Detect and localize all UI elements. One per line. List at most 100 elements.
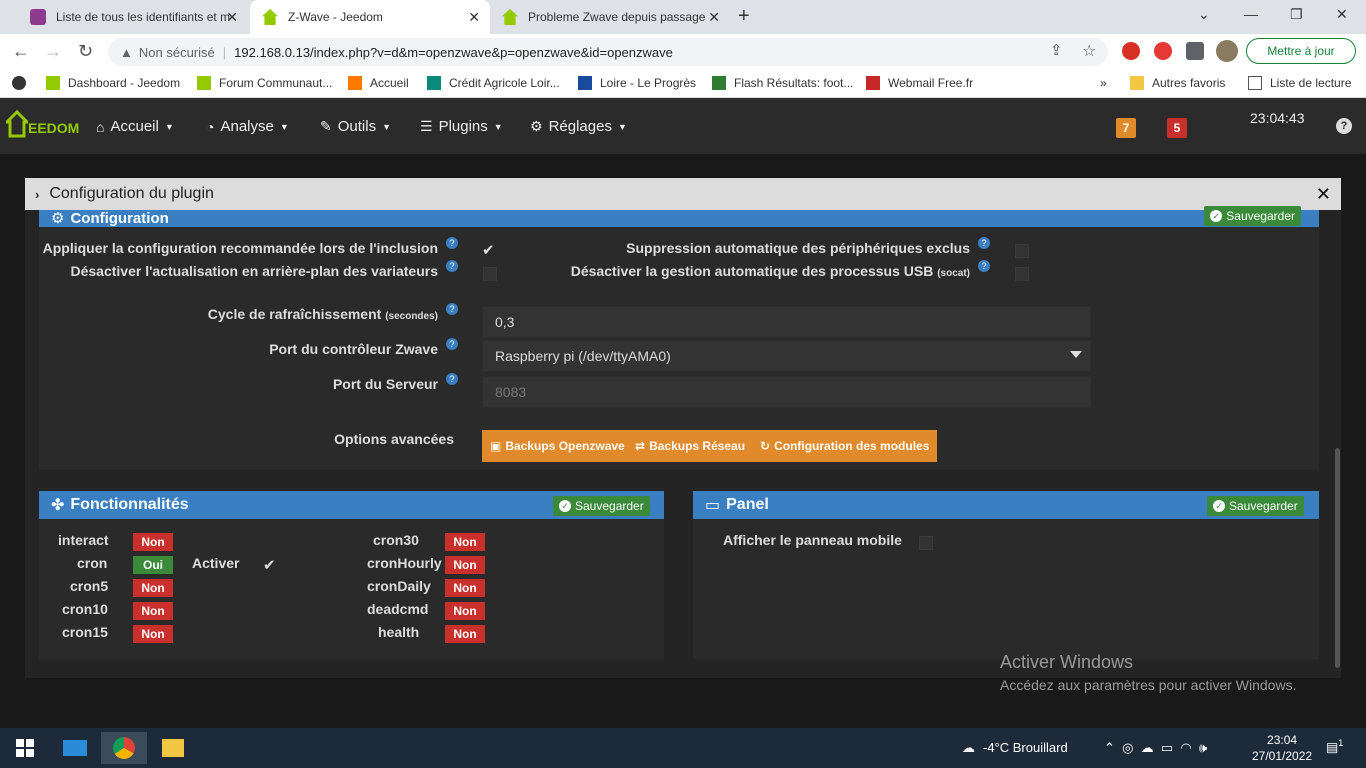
close-window-icon[interactable]: ✕ bbox=[1336, 6, 1348, 23]
save-label: Sauvegarder bbox=[575, 499, 644, 513]
other-favorites[interactable]: Autres favoris bbox=[1130, 76, 1225, 90]
profile-avatar[interactable] bbox=[1216, 40, 1238, 62]
configuration-modules-button[interactable]: ↻ Configuration des modules bbox=[752, 430, 938, 462]
status-pill: Non bbox=[445, 602, 485, 620]
server-port-input[interactable]: 8083 bbox=[482, 376, 1091, 408]
button-label: Backups Réseau bbox=[649, 439, 746, 453]
menu-accueil[interactable]: ⌂ Accueil ▼ bbox=[96, 118, 174, 135]
bookmark-credit-agricole[interactable]: Crédit Agricole Loir... bbox=[427, 76, 560, 90]
bookmark-forum[interactable]: Forum Communaut... bbox=[197, 76, 332, 90]
browser-tab-bar: Liste de tous les identifiants et m ✕ Z-… bbox=[0, 0, 1366, 34]
button-label: Backups Openzwave bbox=[505, 439, 625, 453]
menu-analyse[interactable]: ◔ Analyse ▼ bbox=[206, 118, 289, 135]
backups-reseau-button[interactable]: ⇄ Backups Réseau bbox=[627, 430, 754, 462]
file-explorer-icon[interactable] bbox=[150, 732, 196, 764]
more-bookmarks-icon[interactable]: » bbox=[1100, 76, 1107, 90]
jeedom-logo[interactable]: EEDOM bbox=[3, 109, 80, 138]
help-question-icon[interactable]: ? bbox=[978, 237, 990, 249]
minimize-icon[interactable]: — bbox=[1244, 6, 1258, 22]
help-question-icon[interactable]: ? bbox=[446, 338, 458, 350]
modal-scrollbar[interactable] bbox=[1335, 448, 1340, 668]
extensions-puzzle-icon[interactable] bbox=[1186, 42, 1204, 60]
alert-badge[interactable]: 5 bbox=[1167, 118, 1187, 138]
mobile-panel-checkbox[interactable] bbox=[919, 536, 933, 550]
chrome-icon[interactable] bbox=[101, 732, 147, 764]
notification-icon[interactable]: ▤1 bbox=[1326, 738, 1343, 755]
apply-recommended-checkbox[interactable]: ✔ bbox=[482, 241, 495, 259]
reading-list[interactable]: Liste de lecture bbox=[1248, 76, 1351, 90]
bookmark-flash-resultats[interactable]: Flash Résultats: foot... bbox=[712, 76, 853, 90]
menu-outils[interactable]: ✎ Outils ▼ bbox=[320, 118, 391, 135]
status-pill: Non bbox=[445, 556, 485, 574]
bookmark-dashboard[interactable]: Dashboard - Jeedom bbox=[46, 76, 180, 90]
omnibox[interactable]: ▲ Non sécurisé | 192.168.0.13/index.php?… bbox=[108, 38, 1108, 66]
port-select[interactable]: Raspberry pi (/dev/ttyAMA0) bbox=[482, 340, 1091, 372]
save-label: Sauvegarder bbox=[1226, 209, 1295, 223]
disable-usb-checkbox[interactable] bbox=[1015, 267, 1029, 281]
windows-start-icon[interactable] bbox=[2, 732, 48, 764]
tab-identifiants[interactable]: Liste de tous les identifiants et m ✕ bbox=[18, 0, 248, 34]
url-text[interactable]: 192.168.0.13/index.php?v=d&m=openzwave&p… bbox=[234, 45, 673, 60]
notification-count: 1 bbox=[1338, 738, 1344, 748]
new-tab-button[interactable]: + bbox=[738, 5, 750, 28]
taskbar-clock[interactable]: 23:04 27/01/2022 bbox=[1252, 732, 1312, 764]
cycle-input[interactable]: 0,3 bbox=[482, 306, 1091, 338]
save-functions-button[interactable]: ✓ Sauvegarder bbox=[553, 496, 650, 516]
close-tab-icon[interactable]: ✕ bbox=[708, 9, 720, 26]
status-pill: Non bbox=[445, 533, 485, 551]
reload-icon[interactable]: ↻ bbox=[78, 41, 93, 62]
close-tab-icon[interactable]: ✕ bbox=[468, 9, 480, 26]
security-label[interactable]: Non sécurisé bbox=[139, 45, 215, 60]
dropdown-caret-icon bbox=[1070, 351, 1082, 358]
save-panel-button[interactable]: ✓ Sauvegarder bbox=[1207, 496, 1304, 516]
status-pill: Non bbox=[133, 602, 173, 620]
modal-title: Configuration du plugin bbox=[49, 185, 214, 202]
cycle-label: Cycle de rafraîchissement (secondes) bbox=[207, 306, 438, 322]
close-icon[interactable]: ✕ bbox=[1316, 184, 1331, 205]
disable-bg-refresh-checkbox[interactable] bbox=[483, 267, 497, 281]
forward-icon[interactable]: → bbox=[44, 41, 62, 62]
help-question-icon[interactable]: ? bbox=[446, 237, 458, 249]
button-label: Configuration des modules bbox=[774, 439, 930, 453]
abp-extension-icon[interactable] bbox=[1154, 42, 1172, 60]
jeedom-favicon-icon bbox=[262, 9, 278, 25]
help-icon[interactable]: ? bbox=[1336, 118, 1352, 134]
tab-search-icon[interactable]: ⌄ bbox=[1198, 6, 1210, 23]
orange-icon bbox=[348, 76, 362, 90]
weather-widget[interactable]: ☁ -4°C Brouillard bbox=[962, 740, 1068, 756]
update-chrome-button[interactable]: Mettre à jour bbox=[1246, 38, 1356, 64]
caret-down-icon: ▼ bbox=[493, 121, 503, 132]
mail-icon[interactable] bbox=[52, 732, 98, 764]
tab-zwave-jeedom[interactable]: Z-Wave - Jeedom ✕ bbox=[250, 0, 490, 34]
bookmark-label: Dashboard - Jeedom bbox=[68, 76, 181, 90]
cogs-icon: ⚙ bbox=[51, 210, 65, 227]
bookmark-star-icon[interactable]: ☆ bbox=[1082, 41, 1096, 61]
jeedom-navbar: EEDOM ⌂ Accueil ▼ ◔ Analyse ▼ ✎ Outils ▼ ☰ Plug… bbox=[0, 98, 1366, 154]
logo-text: EEDOM bbox=[28, 120, 80, 136]
message-badge[interactable]: 7 bbox=[1116, 118, 1136, 138]
activate-cron-checkbox[interactable]: ✔ bbox=[263, 556, 276, 574]
close-tab-icon[interactable]: ✕ bbox=[226, 9, 238, 26]
status-pill: Non bbox=[133, 625, 173, 643]
adblock-extension-icon[interactable] bbox=[1122, 42, 1140, 60]
backups-openzwave-button[interactable]: ▣ Backups Openzwave bbox=[482, 430, 633, 462]
help-question-icon[interactable]: ? bbox=[446, 260, 458, 272]
tab-probleme-zwave[interactable]: Probleme Zwave depuis passage ✕ bbox=[490, 0, 730, 34]
clock-time: 23:04 bbox=[1267, 733, 1298, 747]
auto-remove-checkbox[interactable] bbox=[1015, 244, 1029, 258]
bookmark-webmail[interactable]: Webmail Free.fr bbox=[866, 76, 973, 90]
back-icon[interactable]: ← bbox=[12, 41, 30, 62]
save-config-button[interactable]: ✓ Sauvegarder bbox=[1204, 206, 1301, 226]
restore-icon[interactable]: ❐ bbox=[1290, 6, 1303, 23]
help-question-icon[interactable]: ? bbox=[446, 373, 458, 385]
help-question-icon[interactable]: ? bbox=[978, 260, 990, 272]
tray-icons[interactable]: ⌃ ◎ ☁ ▭ ◠ 🕪 bbox=[1104, 740, 1207, 756]
menu-plugins[interactable]: ☰ Plugins ▼ bbox=[420, 118, 503, 135]
help-question-icon[interactable]: ? bbox=[446, 303, 458, 315]
laptop-icon: ▭ bbox=[705, 497, 721, 514]
share-icon[interactable]: ⇪ bbox=[1050, 41, 1063, 59]
apps-icon[interactable] bbox=[12, 76, 26, 90]
bookmark-accueil[interactable]: Accueil bbox=[348, 76, 409, 90]
bookmark-le-progres[interactable]: Loire - Le Progrès bbox=[578, 76, 696, 90]
menu-reglages[interactable]: ⚙ Réglages ▼ bbox=[530, 118, 627, 135]
